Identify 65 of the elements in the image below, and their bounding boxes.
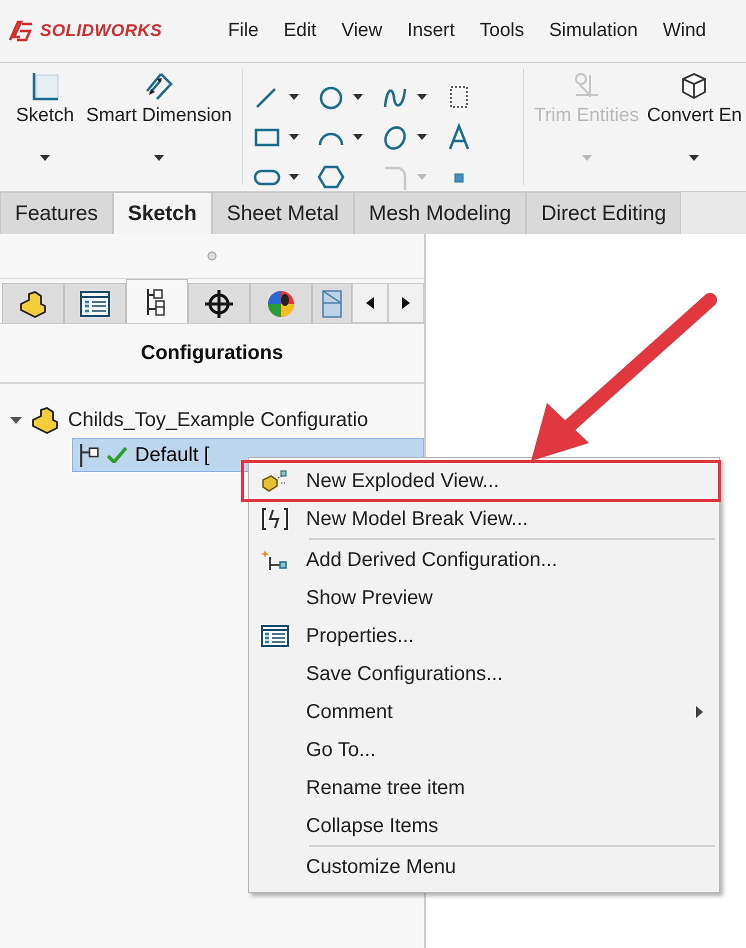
menu-item[interactable]: Comment	[249, 693, 719, 731]
display-cube-icon	[321, 288, 343, 318]
command-tab[interactable]: Features	[0, 192, 113, 234]
crosshair-icon	[204, 288, 234, 318]
panel-title: Configurations	[0, 324, 424, 384]
caret-icon[interactable]	[416, 134, 427, 140]
command-tab[interactable]: Direct Editing	[526, 192, 682, 234]
break-view-icon	[261, 508, 289, 530]
menu-item[interactable]: Tools	[480, 20, 524, 42]
menu-item[interactable]: Collapse Items	[249, 807, 719, 848]
list-icon	[80, 290, 110, 316]
caret-icon[interactable]	[352, 134, 363, 140]
menu-item[interactable]: Properties...	[249, 617, 719, 655]
menu-item[interactable]: New Model Break View...	[249, 500, 719, 541]
configuration-icon	[79, 443, 99, 467]
menu-item[interactable]: Insert	[407, 20, 455, 42]
caret-icon[interactable]	[154, 155, 164, 161]
caret-icon[interactable]	[40, 155, 50, 161]
menu-item[interactable]: File	[228, 20, 259, 42]
right-triangle-icon	[402, 297, 410, 309]
submenu-arrow-icon	[696, 706, 703, 718]
grip-icon[interactable]	[207, 251, 217, 261]
panel-tab[interactable]	[188, 283, 250, 323]
menu-item[interactable]: View	[341, 20, 382, 42]
menu-item[interactable]: Show Preview	[249, 579, 719, 617]
check-icon	[107, 447, 127, 463]
caret-icon[interactable]	[416, 94, 427, 100]
polygon-icon[interactable]	[316, 163, 345, 191]
command-tab[interactable]: Sheet Metal	[212, 192, 354, 234]
panel-tab[interactable]	[250, 283, 312, 323]
app-logo-text: SOLIDWORKS	[40, 21, 162, 41]
caret-icon[interactable]	[288, 174, 299, 180]
menu-item[interactable]: Simulation	[549, 20, 638, 42]
menu-item[interactable]: Save Configurations...	[249, 655, 719, 693]
command-tab[interactable]: Mesh Modeling	[354, 192, 526, 234]
part-icon	[30, 406, 60, 434]
derived-config-icon	[261, 549, 289, 571]
left-triangle-icon	[366, 297, 374, 309]
caret-icon[interactable]	[288, 94, 299, 100]
caret-icon[interactable]	[288, 134, 299, 140]
panel-tab[interactable]	[64, 283, 126, 323]
scroll-left-button[interactable]	[352, 283, 388, 323]
dimension-icon	[144, 71, 174, 101]
part-icon	[18, 290, 48, 318]
menu-item[interactable]: Add Derived Configuration...	[249, 541, 719, 579]
menu-item[interactable]: Edit	[284, 20, 316, 42]
panel-tab[interactable]	[126, 279, 188, 323]
appearance-ball-icon	[266, 288, 296, 318]
menu-item[interactable]: Rename tree item	[249, 769, 719, 807]
sketch-grid-icon	[30, 71, 60, 101]
ribbon-button[interactable]: Sketch	[0, 63, 78, 191]
tree-item[interactable]: Childs_Toy_Example Configuratio	[68, 408, 368, 432]
exploded-view-icon	[261, 470, 289, 492]
scroll-right-button[interactable]	[388, 283, 424, 323]
menu-item[interactable]: Customize Menu	[249, 848, 719, 886]
caret-icon[interactable]	[352, 94, 363, 100]
menu-item[interactable]: Wind	[662, 20, 706, 42]
menu-item[interactable]: Go To...	[249, 731, 719, 769]
expand-caret-icon[interactable]	[10, 414, 22, 426]
properties-icon	[261, 625, 289, 647]
ribbon-button[interactable]: Smart Dimension	[78, 63, 236, 191]
panel-tab[interactable]	[2, 283, 64, 323]
caret-icon[interactable]	[689, 155, 700, 161]
command-tab[interactable]: Sketch	[112, 192, 212, 234]
ribbon-button[interactable]: Convert En	[642, 63, 746, 191]
